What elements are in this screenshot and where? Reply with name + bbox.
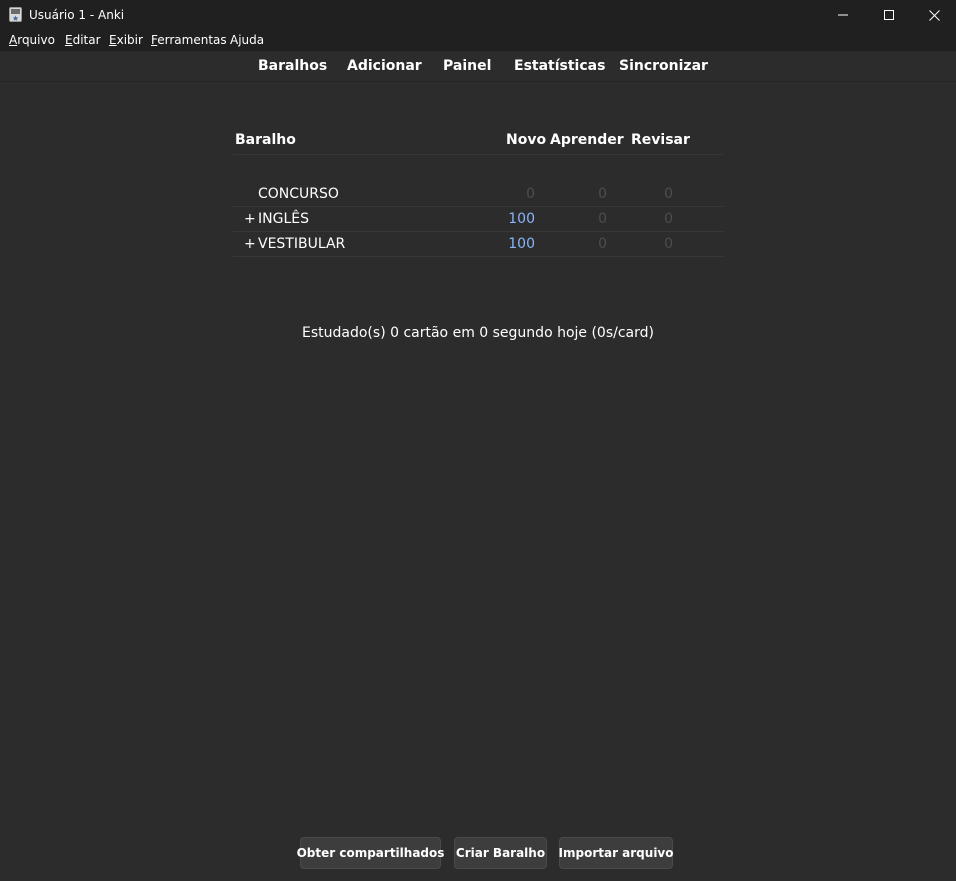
- count-review: 0: [664, 186, 673, 202]
- count-new: 100: [508, 236, 535, 252]
- deck-row[interactable]: CONCURSO 0 0 0: [233, 182, 723, 207]
- anki-main-window: Usuário 1 - Anki Arquivo Editar Exibir F…: [0, 0, 956, 881]
- studied-today-text: Estudado(s) 0 cartão em 0 segundo hoje (…: [302, 325, 654, 341]
- menu-label: rquivo: [17, 33, 55, 47]
- menu-exibir[interactable]: Exibir: [109, 33, 143, 48]
- menu-label: Ajuda: [230, 33, 265, 47]
- anki-icon: [9, 7, 22, 22]
- menu-accel-letter: A: [9, 33, 18, 47]
- count-new: 0: [526, 186, 535, 202]
- minimize-button[interactable]: [820, 0, 866, 30]
- header-new: Novo: [506, 132, 547, 148]
- expand-toggle[interactable]: +: [244, 211, 256, 227]
- header-deck: Baralho: [235, 132, 296, 148]
- deck-row[interactable]: + VESTIBULAR 100 0 0: [233, 232, 723, 257]
- deck-row[interactable]: + INGLÊS 100 0 0: [233, 207, 723, 232]
- menu-label: erramentas: [157, 33, 227, 47]
- menu-accel-letter: E: [65, 33, 73, 47]
- header-review: Revisar: [631, 132, 690, 148]
- header-divider: [233, 154, 723, 155]
- get-shared-button[interactable]: Obter compartilhados: [297, 837, 444, 869]
- header-learn: Aprender: [550, 132, 624, 148]
- menu-editar[interactable]: Editar: [65, 33, 101, 48]
- maximize-button[interactable]: [866, 0, 912, 30]
- expand-toggle[interactable]: +: [244, 236, 256, 252]
- menu-ferramentas[interactable]: Ferramentas: [151, 33, 227, 48]
- deck-name-link[interactable]: INGLÊS: [258, 211, 309, 227]
- count-learn: 0: [598, 236, 607, 252]
- maximize-icon: [884, 10, 894, 20]
- toolbar-link-painel[interactable]: Painel: [443, 57, 491, 75]
- toolbar-link-estatisticas[interactable]: Estatísticas: [514, 57, 605, 75]
- top-toolbar: Baralhos Adicionar Painel Estatísticas S…: [0, 51, 956, 82]
- menu-bar: Arquivo Editar Exibir Ferramentas Ajuda: [0, 30, 956, 51]
- window-title: Usuário 1 - Anki: [29, 8, 125, 22]
- toolbar-link-adicionar[interactable]: Adicionar: [347, 57, 422, 75]
- count-new: 100: [508, 211, 535, 227]
- create-deck-button[interactable]: Criar Baralho: [454, 837, 547, 869]
- toolbar-link-sincronizar[interactable]: Sincronizar: [619, 57, 708, 75]
- toolbar-link-baralhos[interactable]: Baralhos: [258, 57, 327, 75]
- menu-arquivo[interactable]: Arquivo: [9, 33, 55, 48]
- deck-name-link[interactable]: CONCURSO: [258, 186, 339, 202]
- row-divider: [233, 256, 723, 257]
- count-learn: 0: [598, 186, 607, 202]
- close-icon: [928, 9, 940, 21]
- menu-label: xibir: [116, 33, 143, 47]
- count-review: 0: [664, 211, 673, 227]
- minimize-icon: [838, 14, 848, 16]
- menu-label: ditar: [72, 33, 101, 47]
- import-file-button[interactable]: Importar arquivo: [559, 837, 674, 869]
- menu-ajuda[interactable]: Ajuda: [230, 33, 264, 48]
- close-button[interactable]: [911, 0, 956, 30]
- count-learn: 0: [598, 211, 607, 227]
- count-review: 0: [664, 236, 673, 252]
- menu-accel-letter: E: [109, 33, 117, 47]
- title-bar[interactable]: Usuário 1 - Anki: [0, 0, 956, 30]
- deck-name-link[interactable]: VESTIBULAR: [258, 236, 345, 252]
